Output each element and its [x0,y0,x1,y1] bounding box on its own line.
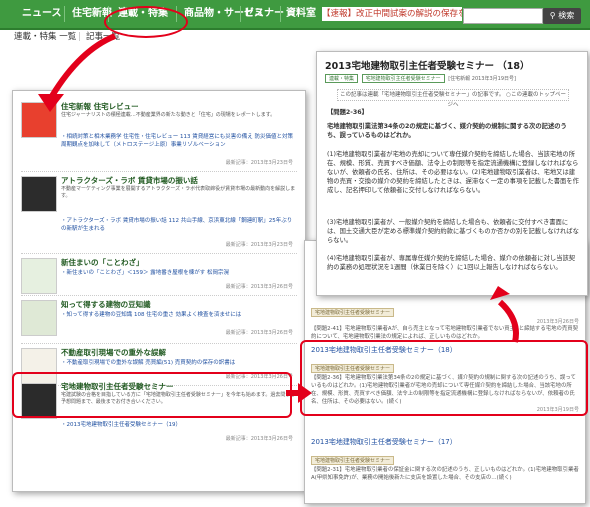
arrow-head [298,383,312,403]
arrow-nav-to-list [49,33,117,98]
arrow-article-to-detail [497,299,519,343]
arrow-head [38,94,64,112]
arrow-head [490,286,510,300]
flow-arrows [38,33,519,403]
